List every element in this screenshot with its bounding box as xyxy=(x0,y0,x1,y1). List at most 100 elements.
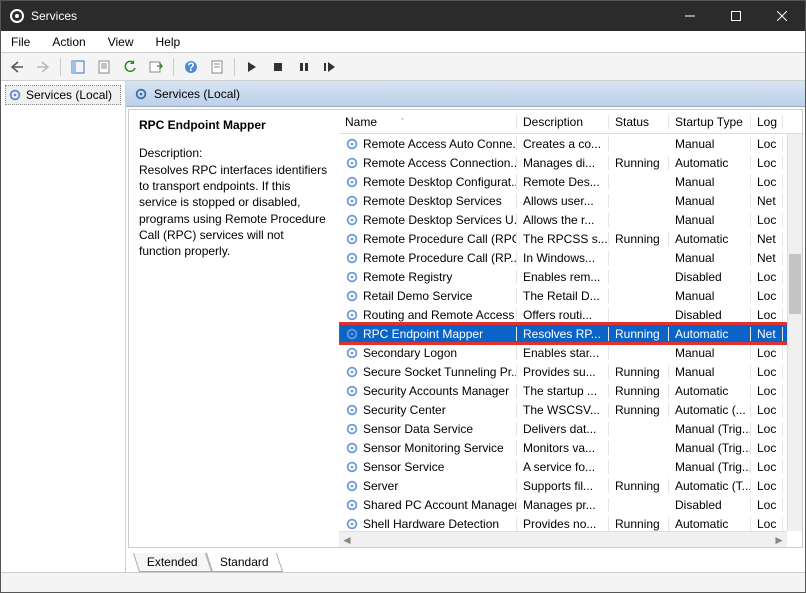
refresh-button[interactable] xyxy=(118,56,142,78)
service-row[interactable]: Secure Socket Tunneling Pr...Provides su… xyxy=(339,362,802,381)
cell-description: In Windows... xyxy=(517,251,609,265)
cell-startup-type: Automatic xyxy=(669,517,751,531)
back-button[interactable] xyxy=(5,56,29,78)
gear-icon xyxy=(345,441,359,455)
cell-name: Sensor Service xyxy=(339,460,517,474)
cell-startup-type: Disabled xyxy=(669,498,751,512)
close-button[interactable] xyxy=(759,1,805,31)
cell-description: The WSCSV... xyxy=(517,403,609,417)
column-header-description[interactable]: Description xyxy=(517,115,609,129)
gear-icon xyxy=(345,175,359,189)
column-header-startup-type[interactable]: Startup Type xyxy=(669,115,751,129)
cell-name: Server xyxy=(339,479,517,493)
service-row[interactable]: Routing and Remote AccessOffers routi...… xyxy=(339,305,802,324)
main-area: Services (Local) Services (Local) RPC En… xyxy=(1,81,805,572)
service-row[interactable]: Sensor ServiceA service fo...Manual (Tri… xyxy=(339,457,802,476)
service-row[interactable]: Remote RegistryEnables rem...DisabledLoc xyxy=(339,267,802,286)
service-row[interactable]: Secondary LogonEnables star...ManualLoc xyxy=(339,343,802,362)
tab-extended[interactable]: Extended xyxy=(133,553,212,572)
cell-log-on-as: Net xyxy=(751,194,783,208)
restart-service-button[interactable] xyxy=(318,56,342,78)
services-app-icon xyxy=(9,8,25,24)
stop-service-button[interactable] xyxy=(266,56,290,78)
sort-asc-icon: ˆ xyxy=(401,117,404,127)
column-header-log-on-as[interactable]: Log xyxy=(751,115,783,129)
properties-alt-button[interactable] xyxy=(205,56,229,78)
toolbar: ? xyxy=(1,53,805,81)
column-header-status[interactable]: Status xyxy=(609,115,669,129)
service-row[interactable]: Remote Desktop Configurat...Remote Des..… xyxy=(339,172,802,191)
service-row[interactable]: Sensor Monitoring ServiceMonitors va...M… xyxy=(339,438,802,457)
gear-icon xyxy=(134,87,148,101)
help-button[interactable]: ? xyxy=(179,56,203,78)
vertical-scrollbar[interactable] xyxy=(787,134,802,531)
column-header-name[interactable]: Nameˆ xyxy=(339,115,517,129)
service-row[interactable]: Security CenterThe WSCSV...RunningAutoma… xyxy=(339,400,802,419)
cell-startup-type: Manual xyxy=(669,346,751,360)
tab-standard[interactable]: Standard xyxy=(206,553,283,572)
service-row[interactable]: Remote Desktop ServicesAllows user...Man… xyxy=(339,191,802,210)
service-row[interactable]: Retail Demo ServiceThe Retail D...Manual… xyxy=(339,286,802,305)
service-row[interactable]: Shared PC Account ManagerManages pr...Di… xyxy=(339,495,802,514)
scroll-left-icon[interactable]: ◄ xyxy=(341,533,353,547)
menu-action[interactable]: Action xyxy=(46,33,91,51)
service-row[interactable]: Remote Procedure Call (RP...In Windows..… xyxy=(339,248,802,267)
cell-name: Remote Access Auto Conne... xyxy=(339,137,517,151)
gear-icon xyxy=(345,232,359,246)
cell-startup-type: Manual xyxy=(669,213,751,227)
gear-icon xyxy=(345,156,359,170)
gear-icon xyxy=(345,270,359,284)
service-row[interactable]: Remote Procedure Call (RPC)The RPCSS s..… xyxy=(339,229,802,248)
menu-file[interactable]: File xyxy=(5,33,36,51)
tree-item-label: Services (Local) xyxy=(26,88,112,102)
cell-description: Allows user... xyxy=(517,194,609,208)
export-list-button[interactable] xyxy=(144,56,168,78)
cell-startup-type: Manual xyxy=(669,251,751,265)
cell-startup-type: Manual xyxy=(669,137,751,151)
service-row[interactable]: Security Accounts ManagerThe startup ...… xyxy=(339,381,802,400)
service-list-panel: Nameˆ Description Status Startup Type Lo… xyxy=(339,110,802,547)
menu-help[interactable]: Help xyxy=(150,33,187,51)
horizontal-scrollbar[interactable]: ◄► xyxy=(339,531,787,547)
service-row[interactable]: ServerSupports fil...RunningAutomatic (T… xyxy=(339,476,802,495)
gear-icon xyxy=(345,365,359,379)
content-header: Services (Local) xyxy=(126,81,805,107)
minimize-button[interactable] xyxy=(667,1,713,31)
service-row[interactable]: Remote Desktop Services U...Allows the r… xyxy=(339,210,802,229)
start-service-button[interactable] xyxy=(240,56,264,78)
cell-startup-type: Automatic (... xyxy=(669,403,751,417)
service-row[interactable]: Remote Access Auto Conne...Creates a co.… xyxy=(339,134,802,153)
gear-icon xyxy=(345,384,359,398)
cell-status: Running xyxy=(609,479,669,493)
cell-description: Manages pr... xyxy=(517,498,609,512)
cell-startup-type: Automatic xyxy=(669,327,751,341)
cell-description: Allows the r... xyxy=(517,213,609,227)
cell-name: Remote Desktop Services xyxy=(339,194,517,208)
gear-icon xyxy=(345,403,359,417)
menu-view[interactable]: View xyxy=(102,33,140,51)
gear-icon xyxy=(345,308,359,322)
show-hide-tree-button[interactable] xyxy=(66,56,90,78)
cell-startup-type: Manual xyxy=(669,365,751,379)
cell-log-on-as: Loc xyxy=(751,346,783,360)
cell-description: Monitors va... xyxy=(517,441,609,455)
tree-item-services-local[interactable]: Services (Local) xyxy=(5,85,121,105)
cell-description: Remote Des... xyxy=(517,175,609,189)
service-row[interactable]: RPC Endpoint MapperResolves RP...Running… xyxy=(339,324,802,343)
gear-icon xyxy=(345,194,359,208)
cell-description: The RPCSS s... xyxy=(517,232,609,246)
pause-service-button[interactable] xyxy=(292,56,316,78)
service-row[interactable]: Remote Access Connection...Manages di...… xyxy=(339,153,802,172)
maximize-button[interactable] xyxy=(713,1,759,31)
properties-button[interactable] xyxy=(92,56,116,78)
forward-button[interactable] xyxy=(31,56,55,78)
service-row[interactable]: Sensor Data ServiceDelivers dat...Manual… xyxy=(339,419,802,438)
cell-name: Sensor Monitoring Service xyxy=(339,441,517,455)
cell-status: Running xyxy=(609,156,669,170)
toolbar-separator xyxy=(234,58,235,76)
cell-log-on-as: Loc xyxy=(751,498,783,512)
cell-status: Running xyxy=(609,384,669,398)
cell-log-on-as: Loc xyxy=(751,270,783,284)
scrollbar-thumb[interactable] xyxy=(789,254,801,314)
scroll-right-icon[interactable]: ► xyxy=(773,533,785,547)
